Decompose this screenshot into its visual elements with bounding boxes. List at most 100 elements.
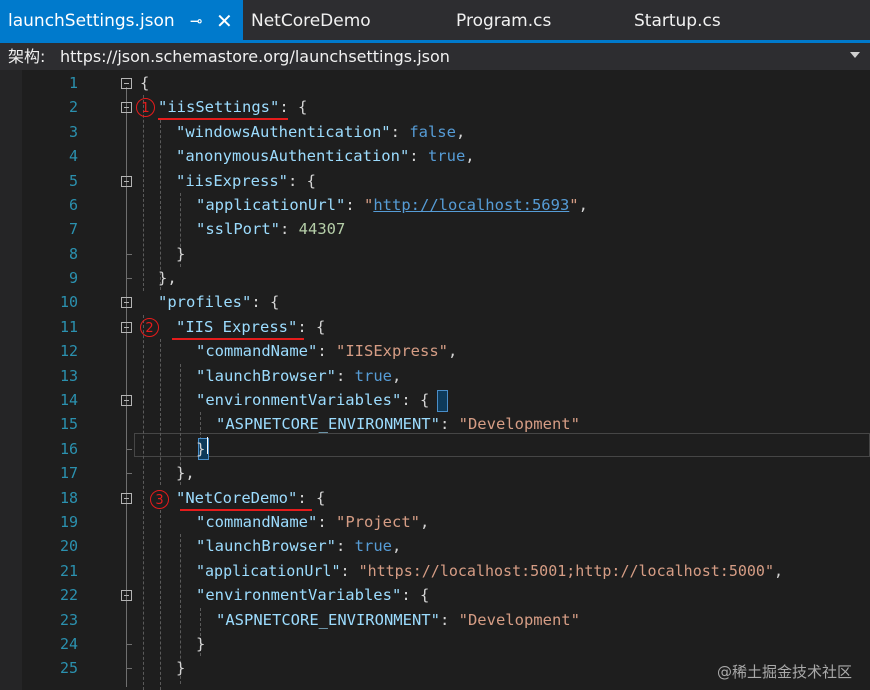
json-key: "ASPNETCORE_ENVIRONMENT" xyxy=(216,611,440,629)
schema-selector[interactable]: 架构: https://json.schemastore.org/launchs… xyxy=(0,43,870,70)
fold-toggle[interactable] xyxy=(121,176,132,187)
annotation-underline-2 xyxy=(172,338,304,340)
pin-icon[interactable]: ⊸ xyxy=(190,0,203,42)
code-line: } xyxy=(196,632,205,656)
fold-toggle[interactable] xyxy=(121,102,132,113)
punct-token: : xyxy=(390,123,410,141)
json-key: "environmentVariables" xyxy=(196,391,402,409)
tab-startup-cs[interactable]: Startup.cs xyxy=(634,0,721,40)
code-line: } xyxy=(196,437,205,461)
json-key: "commandName" xyxy=(196,342,318,360)
json-key: "sslPort" xyxy=(196,220,280,238)
annotation-underline-3 xyxy=(180,509,312,511)
indicator-margin xyxy=(0,70,22,690)
code-line: } xyxy=(176,242,185,266)
code-line: "anonymousAuthentication": true, xyxy=(176,144,475,168)
outline-end xyxy=(126,668,132,669)
punct-token: : xyxy=(317,513,336,531)
punct-token: : xyxy=(317,342,336,360)
json-key: "launchBrowser" xyxy=(196,537,336,555)
text-caret xyxy=(207,437,208,454)
tab-program-cs[interactable]: Program.cs xyxy=(456,0,551,40)
code-editor[interactable]: 1 2 3 4 5 6 7 8 9 10 11 12 13 14 15 16 1… xyxy=(0,70,870,690)
json-key: "iisSettings" xyxy=(158,98,280,116)
line-number: 9 xyxy=(68,269,78,287)
fold-toggle[interactable] xyxy=(121,590,132,601)
fold-toggle[interactable] xyxy=(121,322,132,333)
code-line: "environmentVariables": { xyxy=(196,388,429,412)
tab-netcoredemo[interactable]: NetCoreDemo xyxy=(251,0,371,40)
json-key: "applicationUrl" xyxy=(196,562,341,580)
fold-toggle[interactable] xyxy=(121,493,132,504)
json-string: "https://localhost:5001;http://localhost… xyxy=(358,562,774,580)
annotation-marker-1: 1 xyxy=(136,98,155,117)
punct-token: , xyxy=(773,562,784,580)
punct-token: : { xyxy=(401,586,430,604)
current-line-highlight xyxy=(134,433,870,457)
close-icon[interactable]: ✕ xyxy=(216,0,233,42)
code-line: "profiles": { xyxy=(158,290,279,314)
chevron-down-icon[interactable] xyxy=(850,52,860,58)
json-string: " xyxy=(569,196,579,214)
punct-token: : xyxy=(439,611,459,629)
url-link[interactable]: http://localhost:5693 xyxy=(373,196,569,214)
code-line: { xyxy=(140,71,149,95)
punct-token: , xyxy=(447,342,458,360)
json-bool: true xyxy=(354,367,392,385)
line-number: 10 xyxy=(59,293,78,311)
punct-token: , xyxy=(420,513,430,531)
tab-launchsettings-json[interactable]: launchSettings.json ⊸ ✕ xyxy=(0,0,243,40)
line-number: 22 xyxy=(59,586,78,604)
punct-token: : { xyxy=(297,489,326,507)
outline-end xyxy=(126,644,132,645)
fold-toggle[interactable] xyxy=(121,297,132,308)
punct-token: , xyxy=(465,147,475,165)
json-key: "launchBrowser" xyxy=(196,367,336,385)
json-string: "Project" xyxy=(336,513,420,531)
schema-label: 架构: xyxy=(8,47,46,66)
line-number: 15 xyxy=(59,415,78,433)
indent-guide xyxy=(160,120,161,290)
punct-token: : { xyxy=(279,98,308,116)
code-line: } xyxy=(176,656,185,680)
json-key: "ASPNETCORE_ENVIRONMENT" xyxy=(216,415,440,433)
json-string: " xyxy=(363,196,374,214)
code-line: "applicationUrl": "https://localhost:500… xyxy=(196,559,783,583)
code-line: "commandName": "IISExpress", xyxy=(196,339,457,363)
code-line: "IIS Express": { xyxy=(176,315,325,339)
line-number: 13 xyxy=(59,367,78,385)
code-line: "windowsAuthentication": false, xyxy=(176,120,465,144)
tab-label: Startup.cs xyxy=(634,11,721,31)
line-number: 18 xyxy=(59,489,78,507)
line-number: 7 xyxy=(68,220,78,238)
brace-token: { xyxy=(140,74,150,92)
punct-token: : xyxy=(345,196,364,214)
indent-guide xyxy=(160,510,161,690)
line-number: 3 xyxy=(68,123,78,141)
brace-token: }, xyxy=(158,269,177,287)
json-bool: false xyxy=(409,123,456,141)
tab-label: Program.cs xyxy=(456,11,552,31)
fold-toggle[interactable] xyxy=(121,78,132,89)
line-number: 12 xyxy=(59,342,78,360)
code-line: "sslPort": 44307 xyxy=(196,217,345,241)
fold-toggle[interactable] xyxy=(121,395,132,406)
code-line: "ASPNETCORE_ENVIRONMENT": "Development" xyxy=(216,608,580,632)
outline-end xyxy=(126,449,132,450)
indent-guide xyxy=(160,339,161,485)
punct-token: , xyxy=(578,196,588,214)
json-string: "Development" xyxy=(458,415,580,433)
line-number: 23 xyxy=(59,611,78,629)
punct-token: : xyxy=(340,562,359,580)
line-number: 24 xyxy=(59,635,78,653)
punct-token: , xyxy=(391,367,402,385)
punct-token: , xyxy=(391,537,402,555)
brace-token: } xyxy=(196,440,206,458)
line-number: 21 xyxy=(59,562,78,580)
punct-token: : xyxy=(280,220,299,238)
line-number: 17 xyxy=(59,464,78,482)
line-number: 16 xyxy=(59,440,78,458)
code-line: "ASPNETCORE_ENVIRONMENT": "Development" xyxy=(216,412,580,436)
line-number: 19 xyxy=(59,513,78,531)
json-key: "anonymousAuthentication" xyxy=(176,147,410,165)
